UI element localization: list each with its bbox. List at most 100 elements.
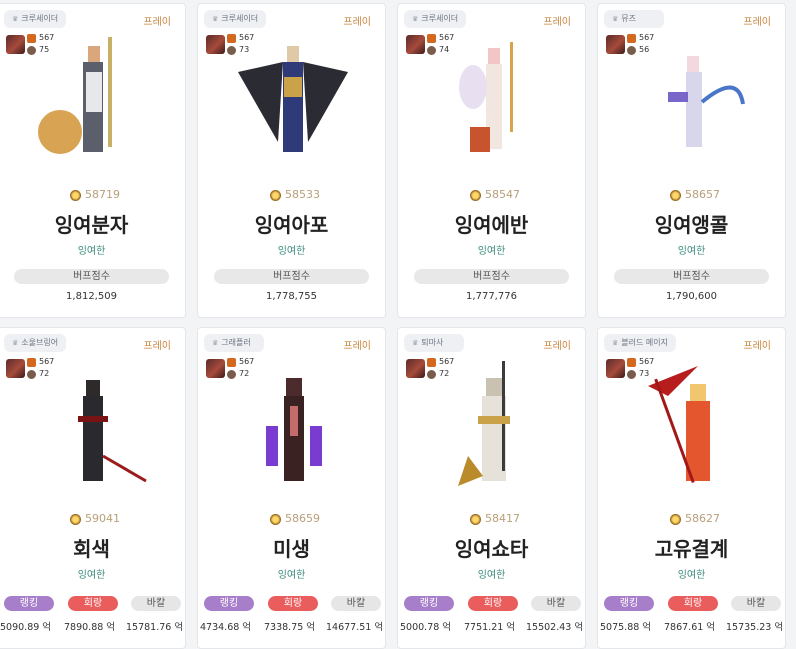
score-value: 1,777,776 <box>466 291 517 302</box>
character-name: 잉여에반 <box>454 213 529 237</box>
fame-icon <box>70 514 81 525</box>
server-label: 프레이 <box>543 17 571 28</box>
score-label: 버프점수 <box>214 269 369 284</box>
character-sprite <box>668 56 745 147</box>
score-label: 버프점수 <box>614 269 769 284</box>
fame-icon <box>470 190 481 201</box>
bakal-value: 15502.43 억 <box>526 622 584 633</box>
character-name: 잉여아포 <box>254 213 329 237</box>
ranking-pill[interactable]: 랭킹 <box>404 596 454 611</box>
character-card-3[interactable]: ♛ 크루세이더 프레이 567 74 58547 잉여에반 잉여한 버프점수 1,… <box>397 3 586 318</box>
guild-name: 잉여한 <box>77 570 106 581</box>
guild-name: 잉여한 <box>77 246 106 257</box>
character-card-5[interactable]: ♛ 소울브링어 프레이 567 72 59041 회색 잉여한 랭킹 회랑 바칼 … <box>0 327 186 649</box>
avatar <box>206 35 225 54</box>
bakal-pill[interactable]: 바칼 <box>331 596 381 611</box>
ranking-pill[interactable]: 랭킹 <box>204 596 254 611</box>
fame-icon <box>670 190 681 201</box>
corridor-value: 7890.88 억 <box>64 622 116 633</box>
score-value: 1,778,755 <box>266 291 317 302</box>
guild-name: 잉여한 <box>277 246 306 257</box>
fame-icon <box>670 514 681 525</box>
avatar <box>206 359 225 378</box>
ranking-pill[interactable]: 랭킹 <box>4 596 54 611</box>
fame-value: 58657 <box>685 188 720 201</box>
corridor-pill[interactable]: 회랑 <box>68 596 118 611</box>
character-name: 잉여앵콜 <box>654 213 729 237</box>
fame-value: 58719 <box>85 188 120 201</box>
fame-value: 58547 <box>485 188 520 201</box>
server-label: 프레이 <box>743 17 771 28</box>
score-label: 버프점수 <box>14 269 169 284</box>
fame-value: 58627 <box>685 512 720 525</box>
character-sprite <box>458 361 510 486</box>
fame-icon <box>70 190 81 201</box>
character-card-6[interactable]: ♛ 그래플러 프레이 567 72 58659 미생 잉여한 랭킹 회랑 바칼 4… <box>197 327 386 649</box>
server-label: 프레이 <box>143 17 171 28</box>
fame-value: 58417 <box>485 512 520 525</box>
class-chip: ♛ 블러드 메이지 <box>604 334 676 352</box>
ranking-value: 5000.78 억 <box>400 622 452 633</box>
bakal-pill[interactable]: 바칼 <box>731 596 781 611</box>
character-sprite <box>459 42 513 152</box>
avatar <box>406 359 425 378</box>
character-card-7[interactable]: ♛ 퇴마사 프레이 567 72 58417 잉여쇼타 잉여한 랭킹 회랑 바칼 … <box>397 327 586 649</box>
ranking-pill[interactable]: 랭킹 <box>604 596 654 611</box>
class-chip: ♛ 크루세이더 <box>204 10 267 28</box>
avatar <box>6 359 25 378</box>
avatar <box>606 359 625 378</box>
fame-icon <box>470 514 481 525</box>
corridor-value: 7751.21 억 <box>464 622 516 633</box>
character-card-8[interactable]: ♛ 블러드 메이지 프레이 567 73 58627 고유결계 잉여한 랭킹 회랑… <box>597 327 786 649</box>
server-label: 프레이 <box>143 341 171 352</box>
bakal-pill[interactable]: 바칼 <box>531 596 581 611</box>
guild-name: 잉여한 <box>477 246 506 257</box>
character-card-2[interactable]: ♛ 크루세이더 프레이 567 73 58533 잉여아포 잉여한 버프점수 1,… <box>197 3 386 318</box>
guild-name: 잉여한 <box>277 570 306 581</box>
server-label: 프레이 <box>543 341 571 352</box>
avatar <box>406 35 425 54</box>
bakal-value: 14677.51 억 <box>326 622 384 633</box>
score-value: 1,790,600 <box>666 291 717 302</box>
corridor-value: 7338.75 억 <box>264 622 316 633</box>
guild-name: 잉여한 <box>477 570 506 581</box>
bakal-value: 15781.76 억 <box>126 622 184 633</box>
fame-value: 58659 <box>285 512 320 525</box>
character-name: 회색 <box>73 537 110 561</box>
corridor-pill[interactable]: 회랑 <box>268 596 318 611</box>
bakal-pill[interactable]: 바칼 <box>131 596 181 611</box>
avatar <box>606 35 625 54</box>
character-name: 미생 <box>273 537 310 561</box>
fame-icon <box>270 190 281 201</box>
class-chip: ♛ 크루세이더 <box>4 10 67 28</box>
class-chip: ♛ 퇴마사 <box>404 334 464 352</box>
corridor-pill[interactable]: 회랑 <box>468 596 518 611</box>
character-sprite <box>648 366 710 484</box>
class-chip: ♛ 그래플러 <box>204 334 264 352</box>
character-name: 잉여분자 <box>54 213 129 237</box>
server-label: 프레이 <box>343 341 371 352</box>
class-chip: ♛ 소울브링어 <box>4 334 67 352</box>
server-label: 프레이 <box>743 341 771 352</box>
character-sprite <box>38 37 112 154</box>
character-name: 잉여쇼타 <box>454 537 529 561</box>
score-label: 버프점수 <box>414 269 569 284</box>
class-chip: ♛ 뮤즈 <box>604 10 664 28</box>
character-sprite <box>266 378 322 481</box>
score-value: 1,812,509 <box>66 291 117 302</box>
bakal-value: 15735.23 억 <box>726 622 784 633</box>
server-label: 프레이 <box>343 17 371 28</box>
guild-name: 잉여한 <box>677 246 706 257</box>
character-sprite <box>238 46 348 152</box>
character-card-4[interactable]: ♛ 뮤즈 프레이 567 56 58657 잉여앵콜 잉여한 버프점수 1,790… <box>597 3 786 318</box>
guild-name: 잉여한 <box>677 570 706 581</box>
fame-icon <box>270 514 281 525</box>
corridor-pill[interactable]: 회랑 <box>668 596 718 611</box>
ranking-value: 4734.68 억 <box>200 622 252 633</box>
corridor-value: 7867.61 억 <box>664 622 716 633</box>
character-card-1[interactable]: ♛ 크루세이더 프레이 567 75 58719 잉여분자 잉여한 버프점수 1,… <box>0 3 186 318</box>
fame-value: 58533 <box>285 188 320 201</box>
class-chip: ♛ 크루세이더 <box>404 10 467 28</box>
ranking-value: 5075.88 억 <box>600 622 652 633</box>
character-sprite <box>78 380 147 483</box>
